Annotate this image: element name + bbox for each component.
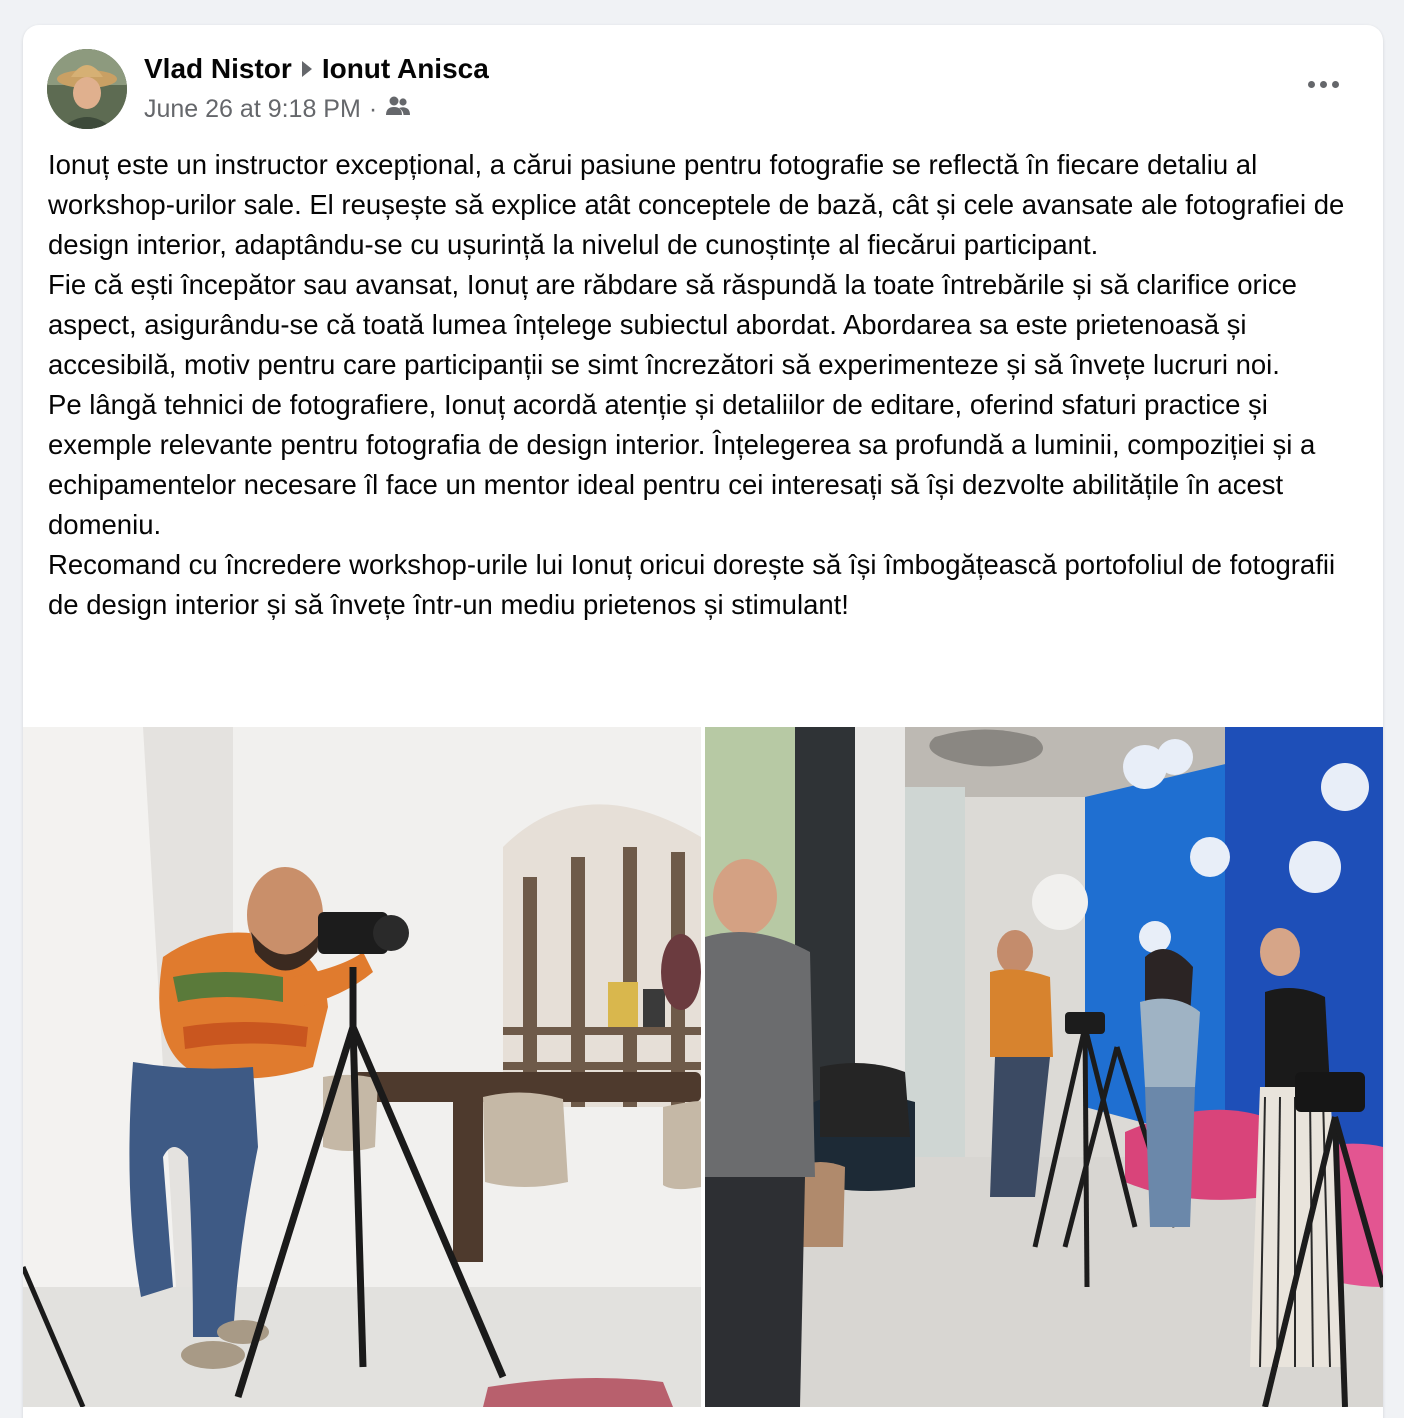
post-card: Vlad Nistor Ionut Anisca June 26 at 9:18… [23,25,1383,1418]
post-timestamp[interactable]: June 26 at 9:18 PM [144,95,361,124]
photo-workshop-group[interactable] [705,727,1383,1407]
post-meta: June 26 at 9:18 PM · [144,95,411,124]
friends-icon[interactable] [385,95,411,124]
post-body: Ionuț este un instructor excepțional, a … [48,145,1368,625]
author-avatar[interactable] [47,49,127,129]
photo-photographer-tripod[interactable] [23,727,701,1407]
post-paragraph: Ionuț este un instructor excepțional, a … [48,149,1345,260]
author-name[interactable]: Vlad Nistor [144,53,292,85]
post-paragraph: Fie că ești începător sau avansat, Ionuț… [48,269,1297,380]
more-horizontal-icon [1307,80,1315,88]
recipient-name[interactable]: Ionut Anisca [322,53,489,85]
meta-separator: · [368,95,378,123]
caret-right-icon [301,61,312,77]
post-header: Vlad Nistor Ionut Anisca June 26 at 9:18… [23,25,1383,135]
photo-grid [23,727,1383,1407]
post-paragraph: Recomand cu încredere workshop-urile lui… [48,549,1336,620]
post-paragraph: Pe lângă tehnici de fotografiere, Ionuț … [48,389,1316,540]
more-options-button[interactable] [1301,69,1345,99]
post-author-line: Vlad Nistor Ionut Anisca [144,53,489,85]
